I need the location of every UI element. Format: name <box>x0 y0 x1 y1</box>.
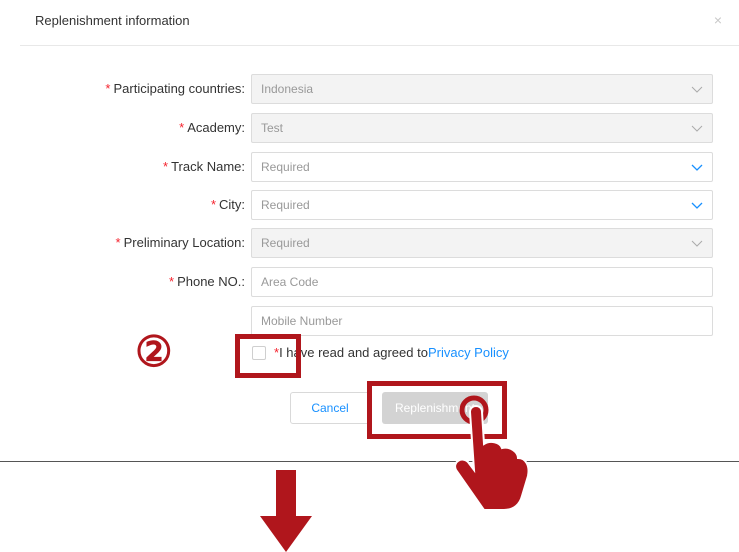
annotation-overlay <box>260 395 530 552</box>
down-arrow-icon <box>260 470 312 552</box>
